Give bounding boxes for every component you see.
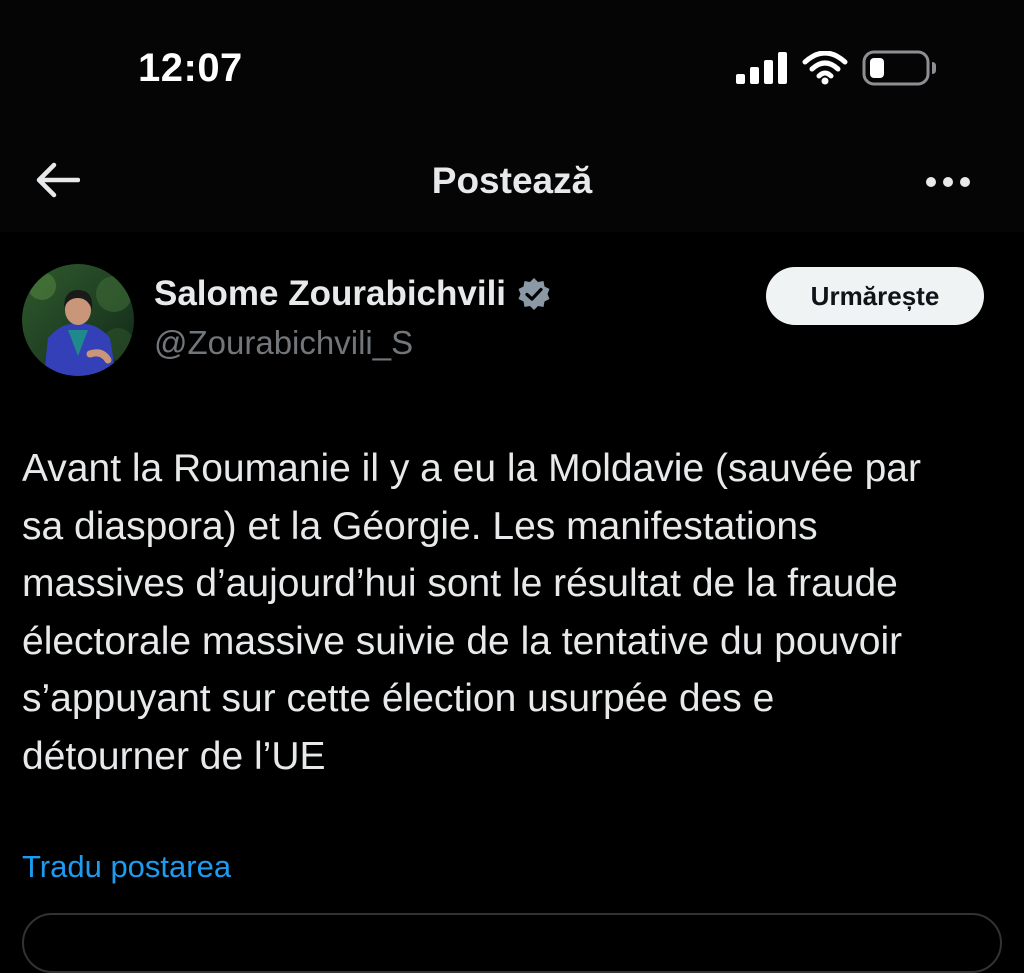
signal-icon: [736, 52, 787, 84]
author-name-row[interactable]: Salome Zourabichvili: [154, 274, 552, 314]
author-handle[interactable]: @Zourabichvili_S: [154, 324, 413, 362]
verified-badge-icon: [518, 278, 550, 310]
status-time: 12:07: [138, 46, 243, 90]
more-horizontal-icon: [926, 177, 970, 187]
author-avatar[interactable]: [22, 264, 134, 376]
author-display-name: Salome Zourabichvili: [154, 274, 507, 313]
follow-button[interactable]: Urmărește: [766, 267, 984, 325]
translate-post-link[interactable]: Tradu postarea: [22, 849, 231, 885]
battery-icon: [862, 50, 936, 86]
avatar-image: [22, 264, 134, 376]
more-options-button[interactable]: [920, 162, 976, 202]
wifi-icon: [802, 51, 848, 85]
status-icons: [736, 48, 938, 88]
page-title: Postează: [431, 160, 593, 201]
embedded-card[interactable]: [22, 913, 1002, 973]
post-text: Avant la Roumanie il y a eu la Moldavie …: [22, 447, 921, 778]
